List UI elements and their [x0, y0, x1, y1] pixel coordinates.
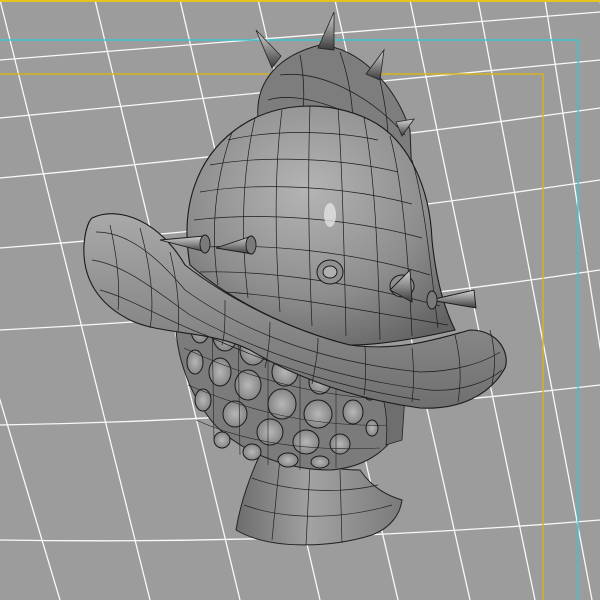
dome-specular — [324, 203, 336, 227]
perspective-viewport[interactable] — [0, 0, 600, 600]
spike-icon — [255, 29, 282, 69]
spike-icon — [365, 48, 385, 81]
spike-icon — [317, 11, 335, 51]
viewport-canvas[interactable] — [0, 0, 600, 600]
helmet-model[interactable] — [83, 11, 507, 546]
